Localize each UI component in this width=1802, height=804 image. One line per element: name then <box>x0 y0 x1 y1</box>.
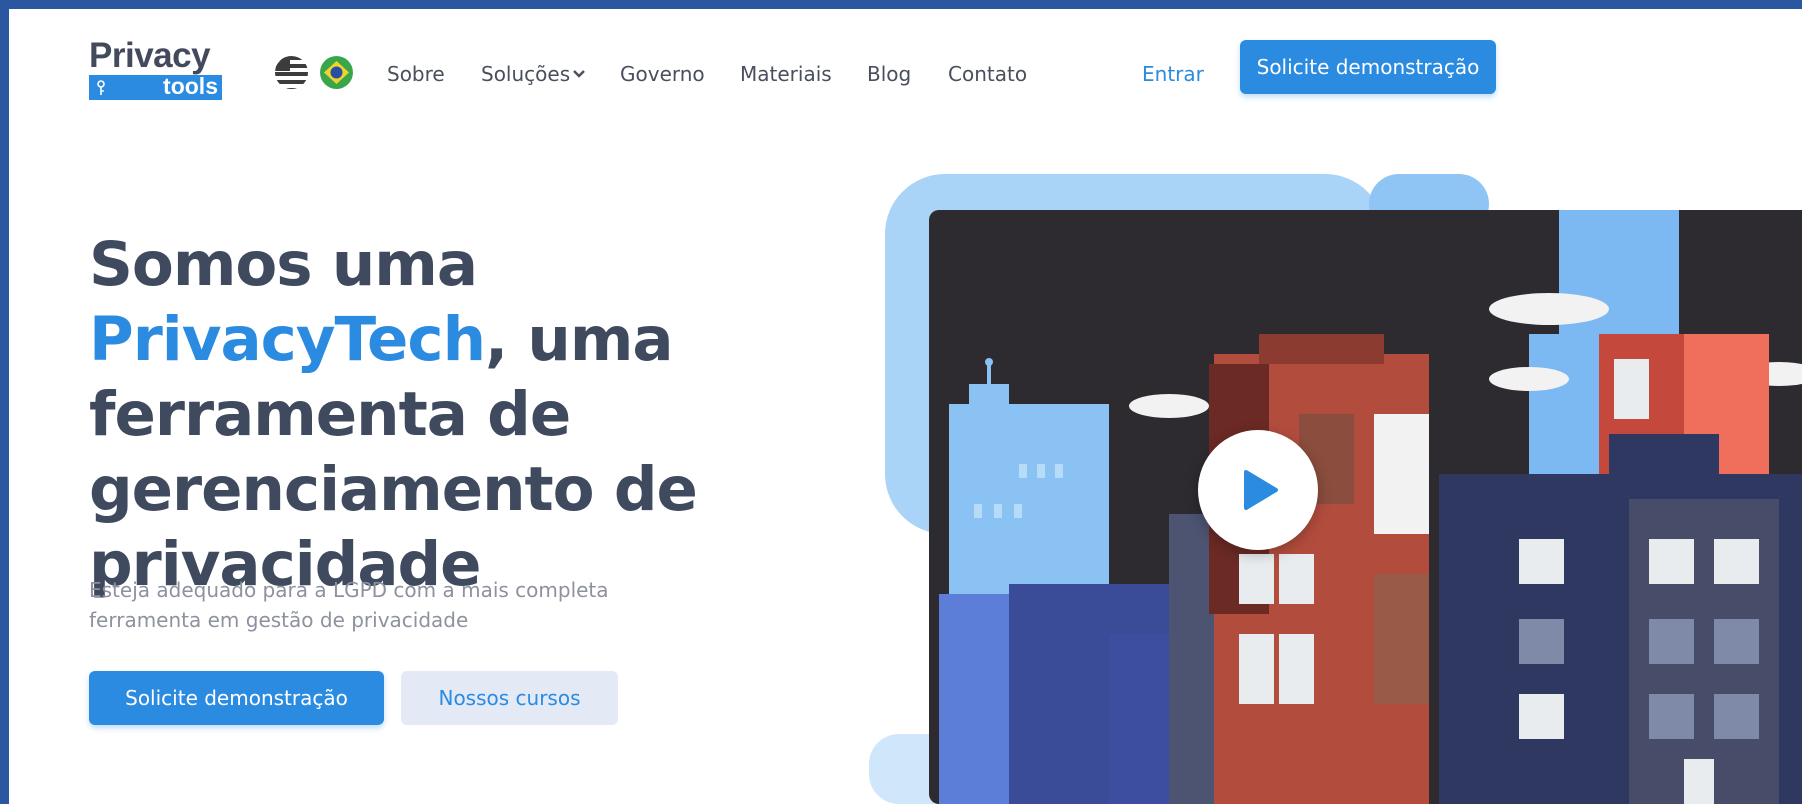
chevron-down-icon[interactable] <box>572 69 586 79</box>
nav-blog[interactable]: Blog <box>867 62 911 86</box>
courses-button[interactable]: Nossos cursos <box>401 671 618 725</box>
logo[interactable]: Privacy tools <box>89 38 224 102</box>
headline-part1: Somos uma <box>89 229 478 300</box>
flag-brazil-icon[interactable] <box>320 56 353 89</box>
flag-us-icon[interactable] <box>275 56 308 89</box>
key-icon <box>97 80 105 95</box>
nav-governo[interactable]: Governo <box>620 62 705 86</box>
nav-materiais[interactable]: Materiais <box>740 62 832 86</box>
hero-headline: Somos uma PrivacyTech, uma ferramenta de… <box>89 227 889 602</box>
logo-main-text: Privacy <box>89 36 211 75</box>
request-demo-button-header[interactable]: Solicite demonstração <box>1240 40 1496 94</box>
nav-solucoes[interactable]: Soluções <box>481 62 570 86</box>
play-button[interactable] <box>1198 430 1318 550</box>
play-icon <box>1244 470 1278 510</box>
nav-contato[interactable]: Contato <box>948 62 1027 86</box>
video-illustration[interactable] <box>869 174 1802 804</box>
nav-sobre[interactable]: Sobre <box>387 62 445 86</box>
request-demo-button[interactable]: Solicite demonstração <box>89 671 384 725</box>
logo-sub-text: tools <box>163 73 218 99</box>
hero-subtitle: Esteja adequado para a LGPD com a mais c… <box>89 578 609 632</box>
headline-accent: PrivacyTech <box>89 304 486 375</box>
login-link[interactable]: Entrar <box>1142 62 1204 86</box>
page-frame: Privacy tools Sobre Soluções Governo Mat… <box>9 9 1802 804</box>
city-illustration <box>869 174 1802 804</box>
